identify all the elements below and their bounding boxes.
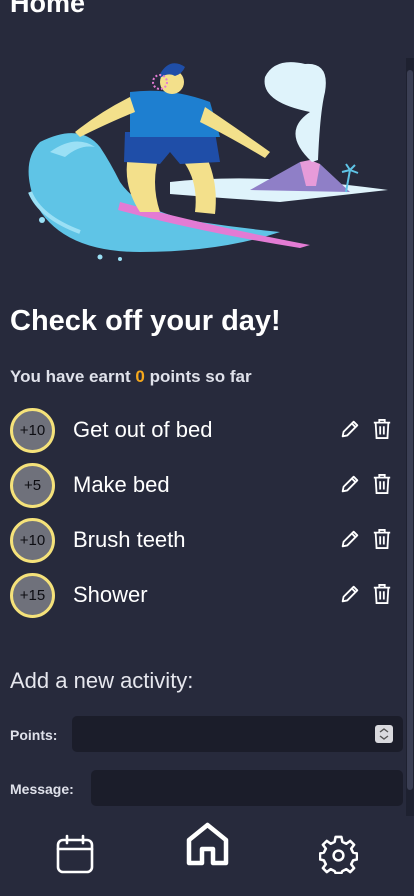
edit-icon[interactable] [339, 528, 361, 550]
message-field-label: Message: [10, 781, 74, 797]
message-input[interactable] [91, 770, 403, 806]
delete-icon[interactable] [372, 583, 392, 605]
activity-item[interactable]: +10 Get out of bed [10, 408, 404, 463]
calendar-icon[interactable] [56, 834, 94, 874]
points-badge[interactable]: +10 [10, 518, 55, 563]
edit-icon[interactable] [339, 583, 361, 605]
points-field-label: Points: [10, 727, 58, 743]
points-input[interactable] [72, 716, 403, 752]
add-activity-heading: Add a new activity: [10, 668, 194, 693]
points-badge[interactable]: +15 [10, 573, 55, 618]
activity-label: Make bed [73, 472, 170, 497]
points-total: 0 [135, 367, 145, 386]
points-badge[interactable]: +10 [10, 408, 55, 453]
points-summary-prefix: You have earnt [10, 367, 131, 386]
points-summary: You have earnt 0 points so far [10, 367, 252, 387]
points-badge[interactable]: +5 [10, 463, 55, 508]
activity-item[interactable]: +5 Make bed [10, 463, 404, 518]
section-heading: Check off your day! [10, 305, 281, 337]
points-summary-suffix: points so far [149, 367, 252, 386]
activity-item[interactable]: +10 Brush teeth [10, 518, 404, 573]
activity-list: +10 Get out of bed +5 Make bed +10 Brush… [10, 408, 404, 628]
surfer-illustration [28, 62, 388, 261]
edit-icon[interactable] [339, 473, 361, 495]
activity-label: Brush teeth [73, 527, 186, 552]
activity-item[interactable]: +15 Shower [10, 573, 404, 628]
bottom-nav [0, 816, 414, 896]
delete-icon[interactable] [372, 473, 392, 495]
settings-icon[interactable] [319, 835, 358, 874]
delete-icon[interactable] [372, 418, 392, 440]
scrollbar-thumb[interactable] [407, 70, 413, 790]
number-stepper-icon[interactable] [375, 725, 393, 743]
home-icon[interactable] [186, 822, 229, 866]
activity-label: Shower [73, 582, 148, 607]
edit-icon[interactable] [339, 418, 361, 440]
delete-icon[interactable] [372, 528, 392, 550]
activity-label: Get out of bed [73, 417, 213, 442]
page-title: Home [10, 0, 86, 18]
